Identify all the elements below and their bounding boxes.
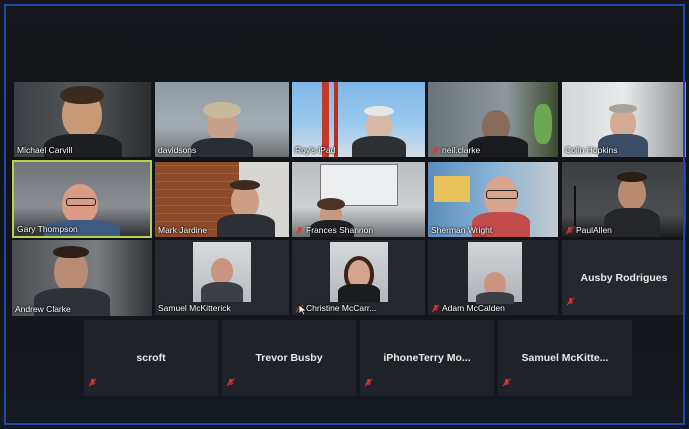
participant-hair (230, 180, 260, 190)
video-tile[interactable]: neil.clarke (428, 82, 558, 157)
video-tile[interactable]: Frances Shannon (292, 162, 425, 237)
video-tile[interactable]: Sherman Wright (428, 162, 558, 237)
participant-name: Andrew Clarke (15, 304, 71, 314)
participant-name: davidsons (158, 145, 197, 155)
participant-body (604, 208, 660, 237)
participant-hair (317, 198, 345, 210)
poster (434, 176, 470, 202)
participant-body (352, 136, 406, 157)
video-off-tile[interactable]: Samuel McKitte... (498, 320, 632, 396)
participant-name: Samuel McKitterick (158, 303, 231, 313)
participant-face (211, 258, 233, 284)
mouse-cursor-icon (298, 303, 308, 316)
participant-name: Ausby Rodrigues (580, 271, 668, 284)
video-off-tile[interactable]: iPhoneTerry Mo... (360, 320, 494, 396)
participant-body (217, 214, 275, 237)
video-tile[interactable]: Colin Hopkins (562, 82, 686, 157)
participant-name: Roy's iPad (295, 145, 336, 155)
muted-mic-icon (226, 374, 235, 392)
participant-name: Gary Thompson (17, 224, 78, 234)
participant-name: scroft (136, 352, 166, 364)
participant-name: Michael Carvill (17, 145, 73, 155)
participant-name: Trevor Busby (255, 352, 323, 364)
glasses (66, 198, 96, 206)
green-plant (534, 104, 552, 144)
participant-hair (60, 86, 104, 104)
participant-hair (609, 104, 637, 113)
video-tile[interactable]: Samuel McKitterick (155, 240, 289, 315)
zoom-gallery-view: Michael Carvill davidsons Roy's iPad nei… (0, 0, 689, 429)
muted-mic-icon (565, 226, 574, 235)
tripod (574, 186, 576, 226)
video-tile[interactable]: Roy's iPad (292, 82, 425, 157)
participant-name: iPhoneTerry Mo... (383, 352, 471, 364)
active-speaker-tile[interactable]: Gary Thompson (12, 160, 152, 238)
muted-mic-icon (431, 146, 440, 155)
participant-body (338, 284, 380, 302)
video-tile[interactable]: davidsons (155, 82, 289, 157)
participant-name: Adam McCalden (431, 303, 505, 313)
participant-hair (53, 246, 89, 258)
participant-body (191, 138, 253, 157)
participant-name: neil.clarke (431, 145, 480, 155)
muted-mic-icon (566, 293, 575, 311)
muted-mic-icon (295, 226, 304, 235)
video-off-tile[interactable]: Ausby Rodrigues (562, 240, 686, 315)
video-tile[interactable]: Michael Carvill (14, 82, 151, 157)
muted-mic-icon (502, 374, 511, 392)
participant-name: Colin Hopkins (565, 145, 618, 155)
participant-body (201, 282, 243, 302)
glasses (486, 190, 518, 199)
video-tile[interactable]: Mark Jardine (155, 162, 289, 237)
participant-name: Samuel McKitte... (521, 352, 609, 364)
participant-hair (364, 106, 394, 116)
video-off-tile[interactable]: scroft (84, 320, 218, 396)
muted-mic-icon (364, 374, 373, 392)
participant-name: Sherman Wright (431, 225, 493, 235)
muted-mic-icon (88, 374, 97, 392)
participant-name: Mark Jardine (158, 225, 208, 235)
video-tile[interactable]: Adam McCalden (428, 240, 558, 315)
participant-hair (203, 102, 241, 118)
participant-name: Frances Shannon (295, 225, 373, 235)
participant-hair (617, 172, 647, 182)
video-tile[interactable]: Christine McCarr... (292, 240, 425, 315)
video-off-tile[interactable]: Trevor Busby (222, 320, 356, 396)
muted-mic-icon (431, 304, 440, 313)
video-tile[interactable]: PaulAllen (562, 162, 686, 237)
participant-name: PaulAllen (565, 225, 612, 235)
video-tile[interactable]: Andrew Clarke (12, 240, 152, 316)
